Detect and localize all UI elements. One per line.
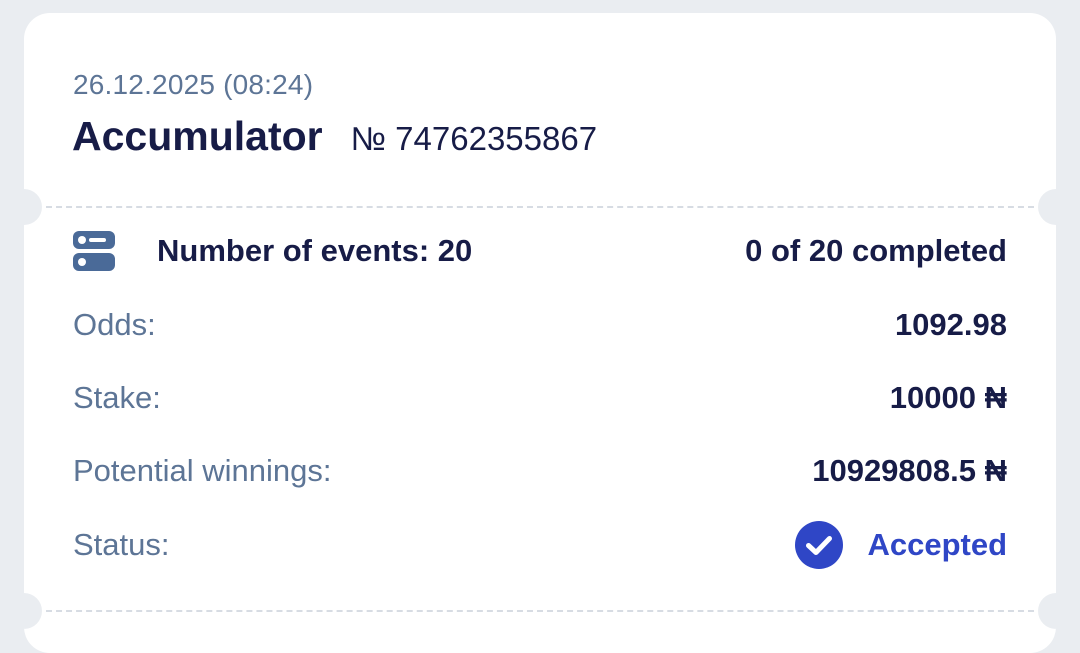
odds-row: Odds: 1092.98 (73, 303, 1007, 347)
events-count-label: Number of events: 20 (157, 233, 473, 268)
stake-row: Stake: 10000 ₦ (73, 376, 1007, 420)
status-indicator: Accepted (795, 521, 1007, 569)
ticket-notch-bottom-right (1038, 593, 1056, 629)
winnings-value: 10929808.5 ₦ (812, 453, 1007, 488)
events-row[interactable]: Number of events: 20 0 of 20 completed (73, 229, 1007, 273)
ticket-notch-bottom-left (24, 593, 42, 629)
bet-type-title: Accumulator (72, 113, 323, 159)
check-circle-icon (795, 521, 844, 569)
stake-value: 10000 ₦ (889, 380, 1007, 415)
ticket-notch-left (24, 189, 42, 225)
events-completed-value: 0 of 20 completed (745, 233, 1007, 268)
status-label: Status: (73, 527, 170, 562)
bet-number: № 74762355867 (350, 120, 598, 157)
perforation-divider (46, 206, 1034, 208)
stake-label: Stake: (73, 380, 161, 415)
bet-date: 26.12.2025 (08:24) (73, 69, 314, 100)
events-summary: Number of events: 20 (73, 231, 472, 271)
odds-label: Odds: (73, 307, 156, 342)
bet-title-row: Accumulator № 74762355867 (72, 113, 597, 160)
status-value: Accepted (867, 527, 1007, 562)
winnings-row: Potential winnings: 10929808.5 ₦ (73, 449, 1007, 493)
bet-ticket-card[interactable]: 26.12.2025 (08:24) Accumulator № 7476235… (24, 13, 1056, 653)
odds-value: 1092.98 (894, 307, 1007, 342)
winnings-label: Potential winnings: (73, 453, 332, 488)
toggle-list-icon (73, 231, 115, 271)
ticket-notch-right (1038, 189, 1056, 225)
status-row: Status: Accepted (73, 521, 1007, 569)
perforation-divider-bottom (46, 610, 1034, 612)
